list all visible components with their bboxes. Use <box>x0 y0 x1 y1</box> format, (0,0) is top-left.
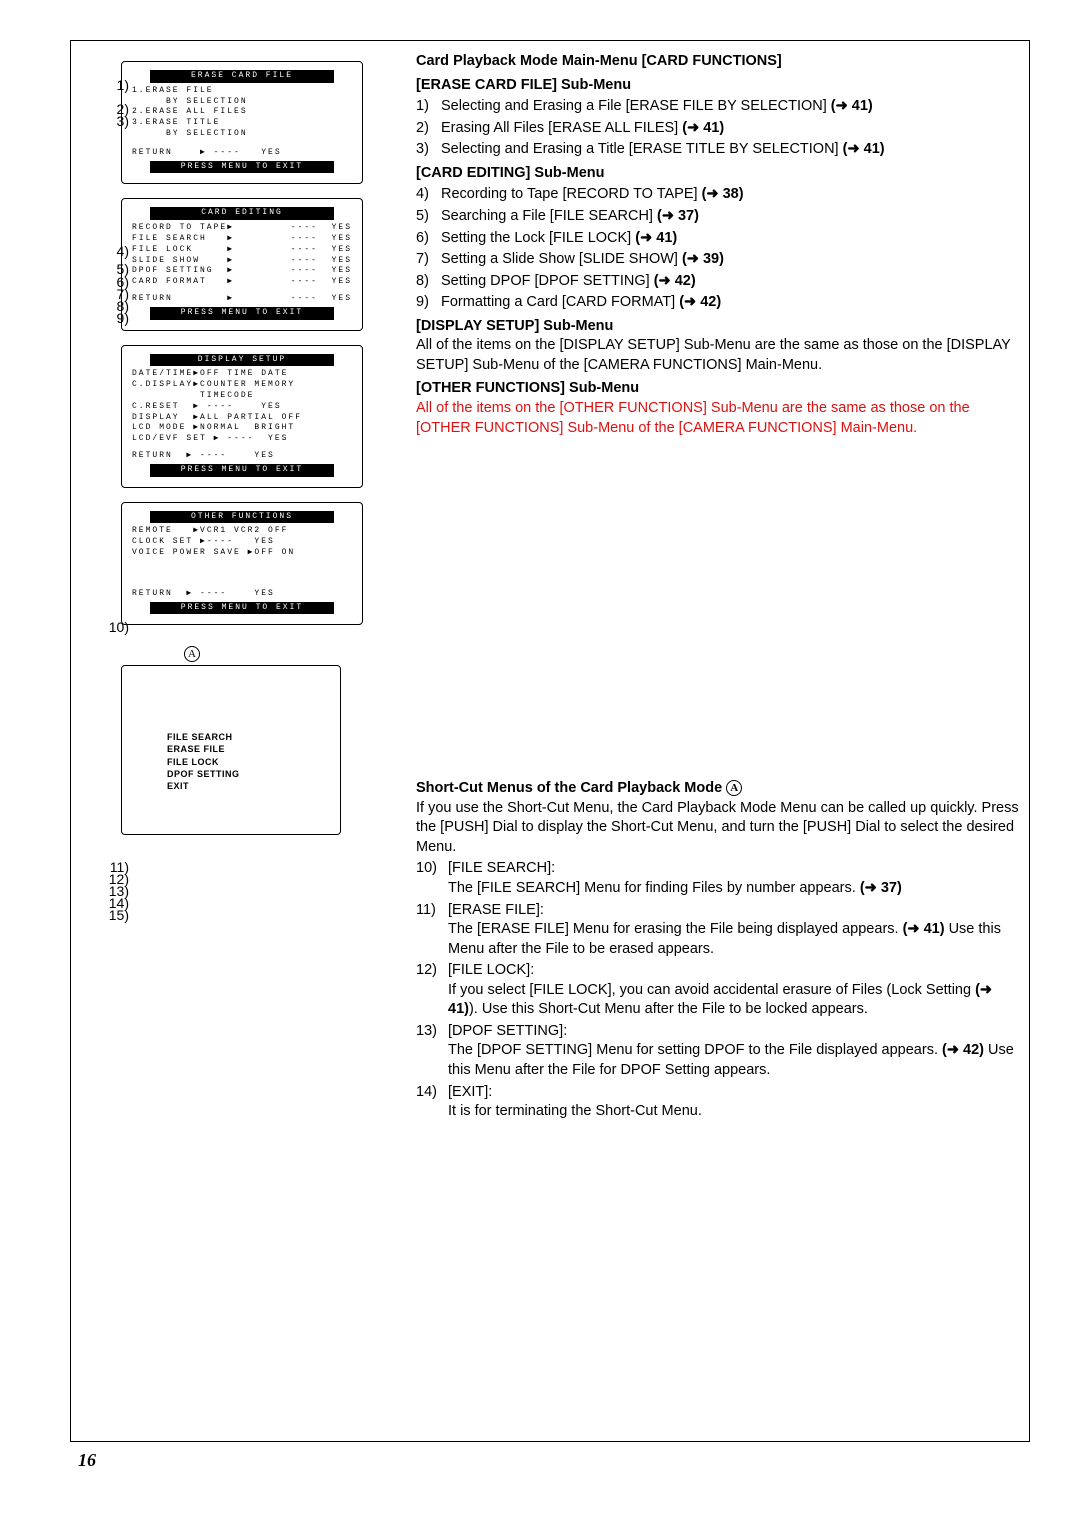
shortcut-item: EXIT <box>167 780 340 792</box>
paragraph-red: All of the items on the [OTHER FUNCTIONS… <box>416 399 1019 438</box>
lcd-other-functions: OTHER FUNCTIONS REMOTE ▶VCR1 VCR2 OFF CL… <box>121 502 363 626</box>
list-item: Erasing All Files [ERASE ALL FILES] (➜ 4… <box>441 119 1019 139</box>
label-A-circle: A <box>726 780 742 796</box>
list-item: Formatting a Card [CARD FORMAT] (➜ 42) <box>441 293 1019 313</box>
lcd-footer: PRESS MENU TO EXIT <box>150 307 334 320</box>
shortcut-intro: If you use the Short-Cut Menu, the Card … <box>416 799 1019 858</box>
callout-15: 15) <box>109 907 129 923</box>
page-number: 16 <box>70 1442 1030 1471</box>
list-body: If you select [FILE LOCK], you can avoid… <box>416 981 1019 1020</box>
list-item: Selecting and Erasing a Title [ERASE TIT… <box>441 140 1019 160</box>
list-item: [DPOF SETTING]: <box>448 1022 1019 1042</box>
list-body: The [DPOF SETTING] Menu for setting DPOF… <box>416 1041 1019 1080</box>
shortcut-heading: Short-Cut Menus of the Card Playback Mod… <box>416 779 1019 799</box>
list-item: Searching a File [FILE SEARCH] (➜ 37) <box>441 207 1019 227</box>
lcd-erase-card-file: ERASE CARD FILE 1.ERASE FILE BY SELECTIO… <box>121 61 363 184</box>
list-item: [EXIT]: <box>448 1083 1019 1103</box>
list-item: Setting a Slide Show [SLIDE SHOW] (➜ 39) <box>441 250 1019 270</box>
list-item: [ERASE FILE]: <box>448 901 1019 921</box>
section-erase-card-file: [ERASE CARD FILE] Sub-Menu <box>416 76 1019 96</box>
lcd-title: DISPLAY SETUP <box>150 354 334 367</box>
list-body: It is for terminating the Short-Cut Menu… <box>416 1102 1019 1122</box>
shortcut-menu-screen: A FILE SEARCH ERASE FILE FILE LOCK DPOF … <box>121 665 341 835</box>
lcd-card-editing: CARD EDITING RECORD TO TAPE▶---- YES FIL… <box>121 198 363 330</box>
list-item: Setting the Lock [FILE LOCK] (➜ 41) <box>441 229 1019 249</box>
lcd-footer: PRESS MENU TO EXIT <box>150 602 334 615</box>
shortcut-item: FILE SEARCH <box>167 731 340 743</box>
list-item: [FILE SEARCH]: <box>448 859 1019 879</box>
section-other-functions: [OTHER FUNCTIONS] Sub-Menu <box>416 379 1019 399</box>
lcd-footer: PRESS MENU TO EXIT <box>150 161 334 174</box>
list-item: Recording to Tape [RECORD TO TAPE] (➜ 38… <box>441 185 1019 205</box>
list-body: The [FILE SEARCH] Menu for finding Files… <box>416 879 1019 899</box>
list-body: The [ERASE FILE] Menu for erasing the Fi… <box>416 920 1019 959</box>
shortcut-item: DPOF SETTING <box>167 768 340 780</box>
paragraph: All of the items on the [DISPLAY SETUP] … <box>416 336 1019 375</box>
list-item: [FILE LOCK]: <box>448 961 1019 981</box>
lcd-title: ERASE CARD FILE <box>150 70 334 83</box>
shortcut-item: FILE LOCK <box>167 756 340 768</box>
section-display-setup: [DISPLAY SETUP] Sub-Menu <box>416 317 1019 337</box>
section-card-editing: [CARD EDITING] Sub-Menu <box>416 164 1019 184</box>
lcd-footer: PRESS MENU TO EXIT <box>150 464 334 477</box>
lcd-title: OTHER FUNCTIONS <box>150 511 334 524</box>
lcd-title: CARD EDITING <box>150 207 334 220</box>
list-item: Selecting and Erasing a File [ERASE FILE… <box>441 97 1019 117</box>
main-heading: Card Playback Mode Main-Menu [CARD FUNCT… <box>416 52 1019 72</box>
label-A-circle: A <box>184 644 200 662</box>
shortcut-item: ERASE FILE <box>167 743 340 755</box>
lcd-display-setup: DISPLAY SETUP DATE/TIME▶OFF TIME DATE C.… <box>121 345 363 488</box>
list-item: Setting DPOF [DPOF SETTING] (➜ 42) <box>441 272 1019 292</box>
